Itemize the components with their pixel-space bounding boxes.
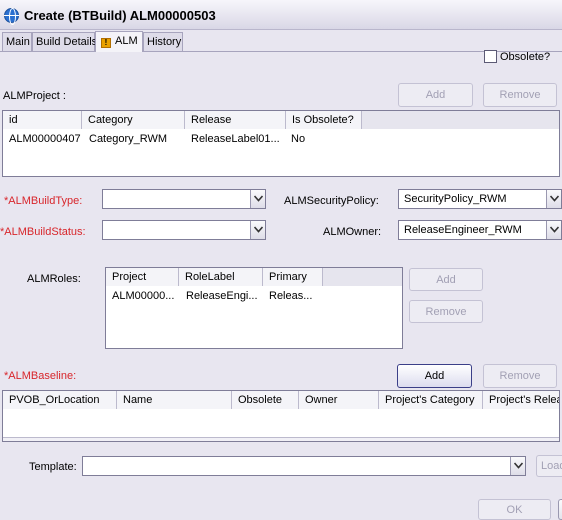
cell-project: ALM00000... bbox=[112, 290, 175, 302]
build-type-label: *ALMBuildType: bbox=[4, 195, 83, 207]
chevron-down-icon[interactable] bbox=[250, 221, 265, 239]
horizontal-scrollbar[interactable] bbox=[3, 437, 559, 441]
alm-project-remove-button[interactable]: Remove bbox=[483, 83, 557, 107]
alm-project-add-button[interactable]: Add bbox=[398, 83, 473, 107]
roles-add-button[interactable]: Add bbox=[409, 268, 483, 291]
chevron-down-icon[interactable] bbox=[510, 457, 525, 475]
cell-primary: Releas... bbox=[269, 290, 313, 302]
baseline-table[interactable]: PVOB_OrLocation Name Obsolete Owner Proj… bbox=[2, 390, 560, 442]
baseline-add-button[interactable]: Add bbox=[397, 364, 472, 388]
tab-history[interactable]: History bbox=[143, 32, 183, 51]
column-header-role-label[interactable]: RoleLabel bbox=[179, 268, 263, 286]
warning-icon: ! bbox=[101, 38, 111, 48]
chevron-down-icon[interactable] bbox=[250, 190, 265, 208]
ok-button[interactable]: OK bbox=[478, 499, 551, 520]
column-header-name[interactable]: Name bbox=[117, 391, 232, 409]
roles-label: ALMRoles: bbox=[27, 273, 81, 285]
chevron-down-icon[interactable] bbox=[546, 190, 561, 208]
column-header-project-release[interactable]: Project's Relea bbox=[483, 391, 559, 409]
column-header-category[interactable]: Category bbox=[82, 111, 185, 129]
roles-table[interactable]: Project RoleLabel Primary ALM00000... Re… bbox=[105, 267, 403, 349]
build-status-combo[interactable] bbox=[102, 220, 266, 240]
column-header-pvob-location[interactable]: PVOB_OrLocation bbox=[3, 391, 117, 409]
table-row[interactable]: ALM00000... ReleaseEngi... Releas... bbox=[106, 287, 402, 303]
security-policy-combo[interactable]: SecurityPolicy_RWM bbox=[398, 189, 562, 209]
security-policy-label: ALMSecurityPolicy: bbox=[284, 195, 379, 207]
column-header-project[interactable]: Project bbox=[106, 268, 179, 286]
owner-value: ReleaseEngineer_RWM bbox=[404, 224, 522, 236]
cancel-button[interactable] bbox=[558, 499, 562, 520]
column-header-primary[interactable]: Primary bbox=[263, 268, 323, 286]
tab-divider bbox=[0, 51, 562, 52]
table-header: Project RoleLabel Primary bbox=[106, 268, 402, 286]
template-label: Template: bbox=[29, 461, 77, 473]
obsolete-checkbox[interactable] bbox=[484, 50, 497, 63]
tab-build-details-label: Build Details bbox=[36, 36, 98, 48]
alm-project-label: ALMProject : bbox=[3, 90, 66, 102]
column-header-is-obsolete[interactable]: Is Obsolete? bbox=[286, 111, 362, 129]
tab-alm-label: ALM bbox=[115, 35, 138, 47]
cell-release: ReleaseLabel01... bbox=[191, 133, 280, 145]
tab-history-label: History bbox=[147, 36, 182, 48]
tab-main[interactable]: Main bbox=[2, 32, 32, 51]
baseline-label: *ALMBaseline: bbox=[4, 370, 77, 382]
chevron-down-icon[interactable] bbox=[546, 221, 561, 239]
build-type-combo[interactable] bbox=[102, 189, 266, 209]
table-row[interactable]: ALM00000407 Category_RWM ReleaseLabel01.… bbox=[3, 130, 559, 146]
obsolete-label: Obsolete? bbox=[500, 51, 551, 63]
column-header-filler bbox=[362, 111, 559, 129]
table-header: PVOB_OrLocation Name Obsolete Owner Proj… bbox=[3, 391, 559, 409]
build-status-label: *ALMBuildStatus: bbox=[0, 226, 86, 238]
column-header-project-category[interactable]: Project's Category bbox=[379, 391, 483, 409]
tab-alm[interactable]: ! ALM bbox=[95, 31, 143, 52]
column-header-obsolete[interactable]: Obsolete bbox=[232, 391, 299, 409]
cell-obsolete: No bbox=[291, 133, 306, 145]
cell-category: Category_RWM bbox=[89, 133, 168, 145]
tab-main-label: Main bbox=[6, 36, 30, 48]
window-title: Create (BTBuild) ALM00000503 bbox=[24, 8, 216, 23]
column-header-owner[interactable]: Owner bbox=[299, 391, 379, 409]
template-combo[interactable] bbox=[82, 456, 526, 476]
column-header-id[interactable]: id bbox=[3, 111, 82, 129]
globe-icon bbox=[4, 8, 19, 25]
security-policy-value: SecurityPolicy_RWM bbox=[404, 193, 507, 205]
alm-project-table[interactable]: id Category Release Is Obsolete? ALM0000… bbox=[2, 110, 560, 177]
column-header-release[interactable]: Release bbox=[185, 111, 286, 129]
table-header: id Category Release Is Obsolete? bbox=[3, 111, 559, 129]
tab-build-details[interactable]: Build Details bbox=[32, 32, 98, 51]
column-header-filler bbox=[323, 268, 402, 286]
cell-id: ALM00000407 bbox=[9, 133, 81, 145]
roles-remove-button[interactable]: Remove bbox=[409, 300, 483, 323]
load-button[interactable]: Load bbox=[536, 455, 562, 477]
cell-role-label: ReleaseEngi... bbox=[186, 290, 258, 302]
baseline-remove-button[interactable]: Remove bbox=[483, 364, 557, 388]
owner-combo[interactable]: ReleaseEngineer_RWM bbox=[398, 220, 562, 240]
owner-label: ALMOwner: bbox=[323, 226, 382, 238]
